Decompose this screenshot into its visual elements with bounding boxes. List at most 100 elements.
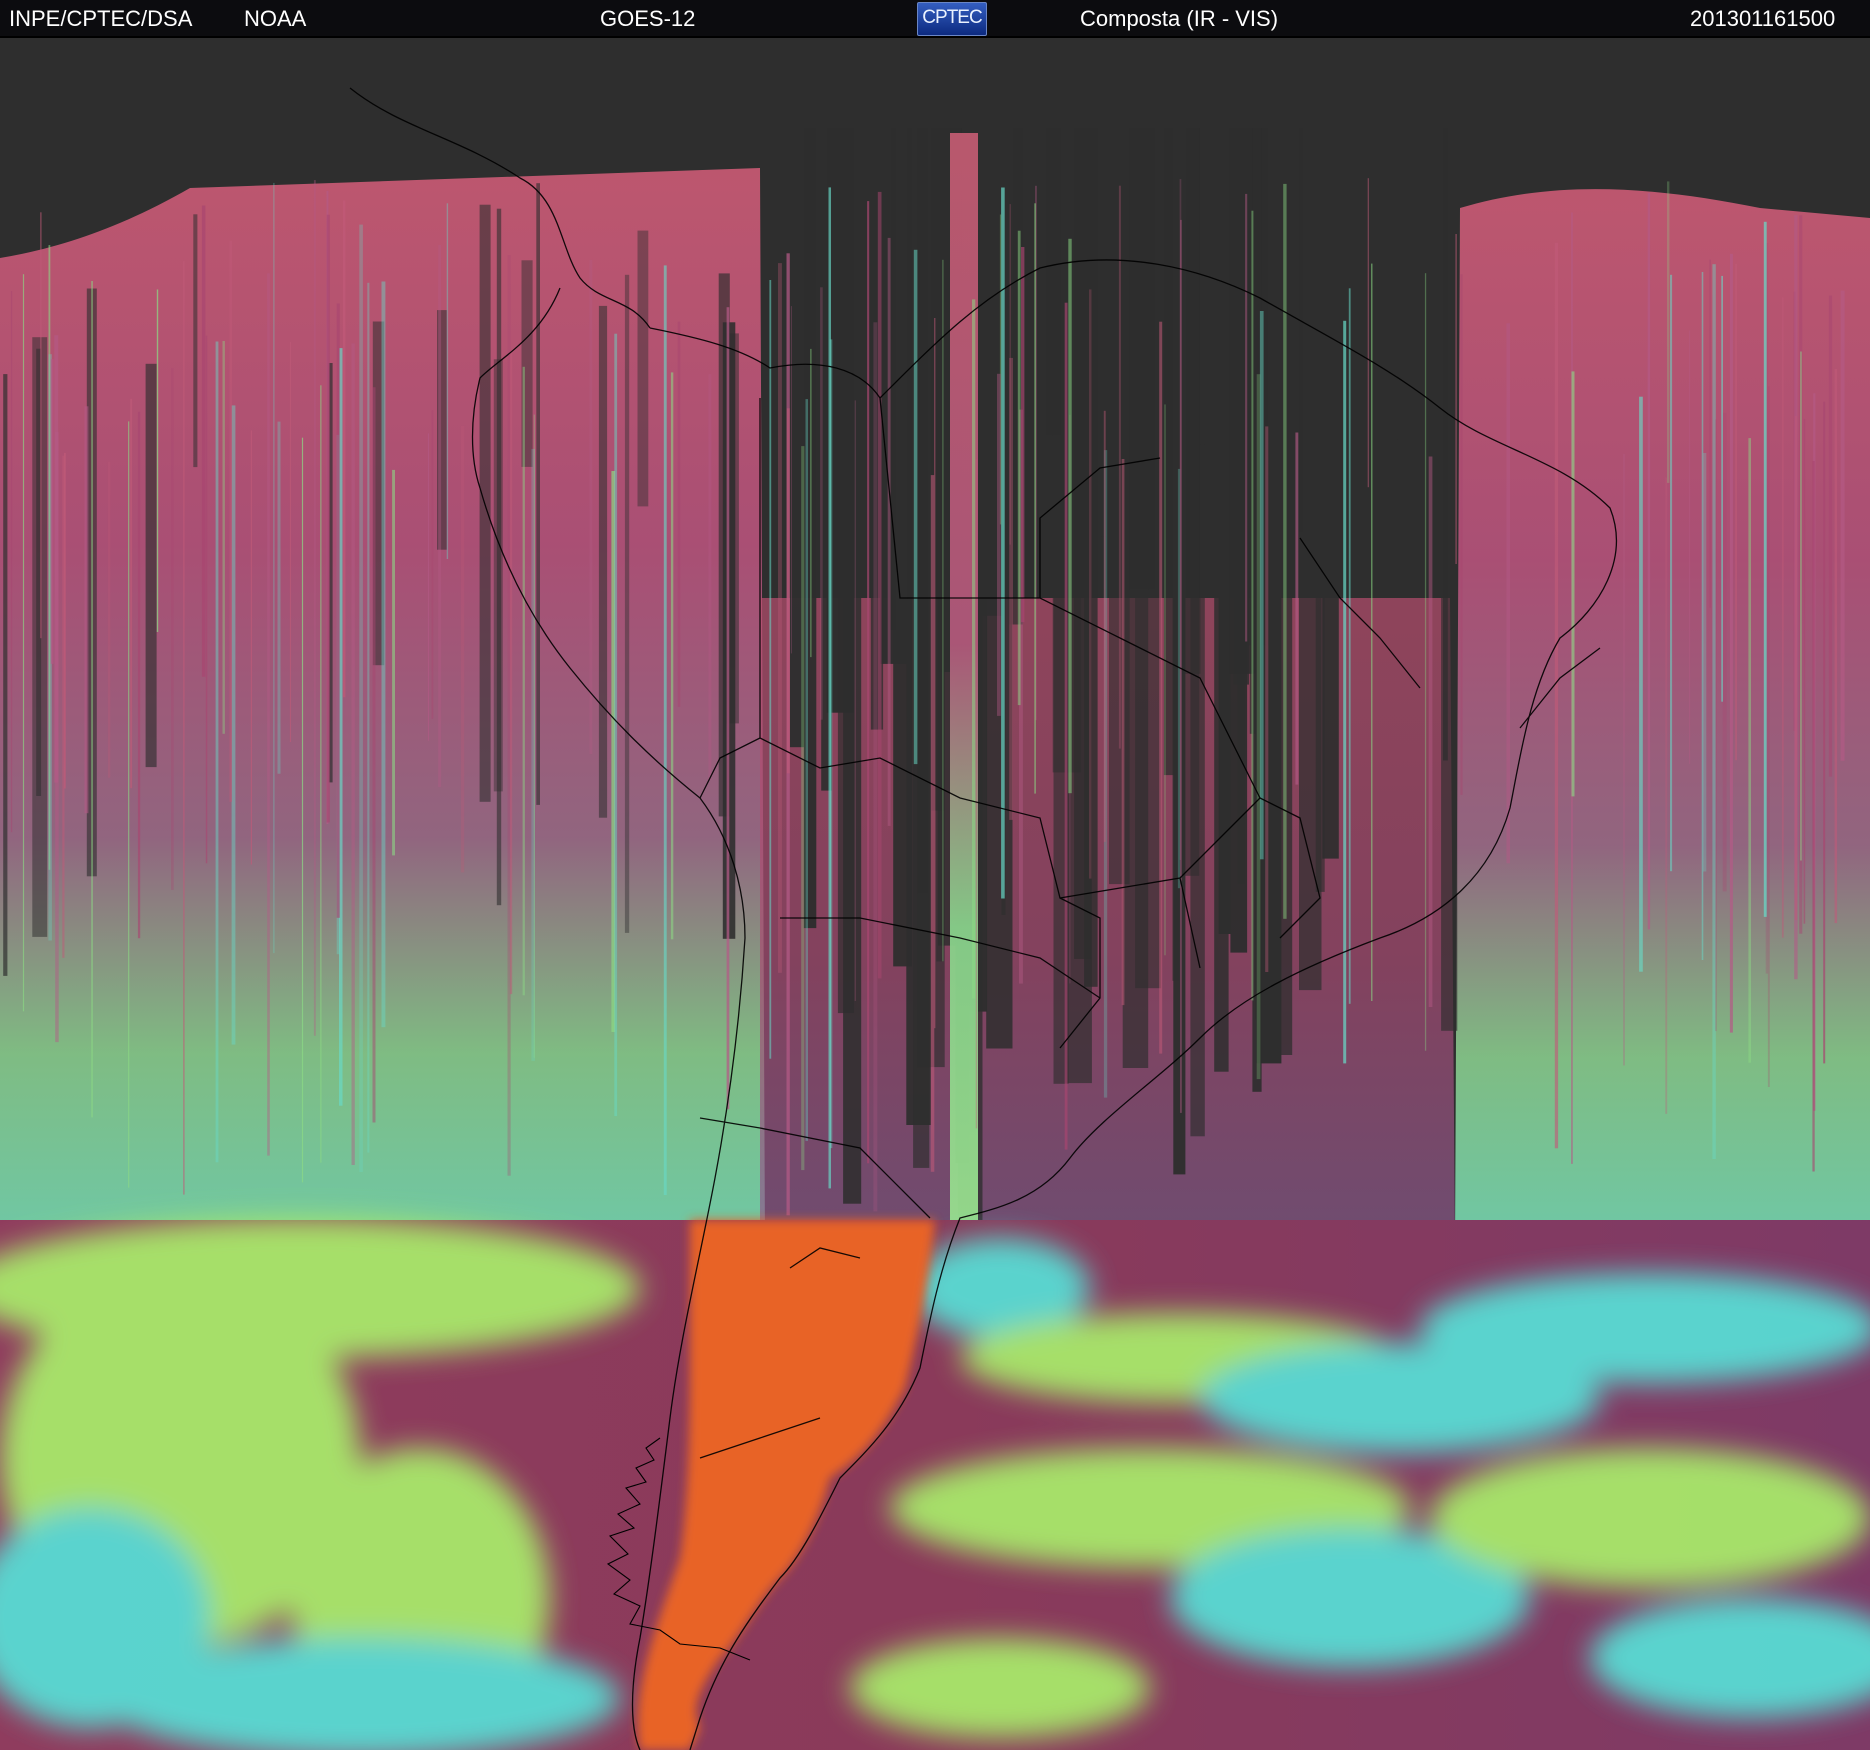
fine-streak [1800, 351, 1802, 861]
fine-streak [589, 259, 593, 755]
fine-streak [1840, 290, 1845, 761]
fine-streak [934, 318, 936, 1029]
fine-streak [1283, 183, 1287, 919]
fine-streak [1009, 357, 1013, 820]
fine-streak [215, 341, 219, 1163]
header-bar: INPE/CPTEC/DSA NOAA GOES-12 CPTEC Compos… [0, 0, 1870, 38]
fine-streak [1460, 274, 1463, 795]
fine-streak [942, 259, 944, 962]
right-streak-field [1455, 189, 1870, 1249]
fine-streak [367, 282, 370, 1153]
fine-streak [1803, 418, 1806, 924]
fine-streak [1665, 477, 1668, 1114]
streak-gap [1046, 128, 1062, 436]
fine-streak [301, 437, 304, 1183]
fine-streak [1703, 453, 1707, 872]
fine-streak [1118, 185, 1121, 749]
fine-streak [805, 399, 808, 1141]
fine-streak [1371, 263, 1373, 1002]
fine-streak [1064, 302, 1068, 1150]
agency-label: INPE/CPTEC/DSA [9, 6, 193, 31]
streak-gap [1443, 128, 1448, 761]
fine-streak [769, 280, 772, 1059]
fine-streak [778, 263, 782, 973]
fine-streak [205, 335, 208, 864]
fine-streak [1001, 187, 1005, 899]
fine-streak [663, 265, 667, 1195]
fine-streak [913, 249, 918, 765]
fine-streak [1506, 323, 1510, 864]
fine-streak [670, 372, 674, 940]
fine-streak [1121, 459, 1125, 1006]
fine-streak [231, 405, 236, 1045]
fine-streak [614, 333, 618, 1117]
streak-gap [1127, 128, 1155, 590]
fine-streak [1834, 369, 1838, 924]
streak-gap [598, 305, 608, 818]
fine-streak [873, 322, 878, 1212]
logo-text: CPTEC [922, 7, 982, 28]
streak-gap [637, 230, 649, 507]
timestamp-label: 201301161500 [1690, 6, 1836, 31]
fine-streak [1428, 456, 1433, 1007]
fine-streak [392, 469, 395, 856]
fine-streak [1667, 181, 1670, 483]
fine-streak [1159, 321, 1163, 1054]
fine-streak [171, 367, 174, 890]
fine-streak [40, 212, 42, 639]
fine-streak [438, 245, 442, 788]
fine-streak [1712, 264, 1716, 1159]
fine-streak [201, 205, 206, 677]
fine-streak [1103, 410, 1106, 842]
fine-streak [708, 374, 712, 780]
fine-streak [351, 343, 355, 1165]
fine-streak [1034, 203, 1036, 794]
fine-streak [54, 335, 59, 783]
fine-streak [786, 408, 790, 774]
fine-streak [810, 348, 812, 658]
fine-streak [1735, 263, 1737, 761]
streak-gap [1178, 128, 1200, 876]
fine-streak [1828, 295, 1833, 777]
fine-streak [267, 273, 270, 1156]
fine-streak [1748, 438, 1751, 1063]
fine-streak [128, 421, 130, 1188]
fine-streak [372, 387, 376, 1123]
fine-streak [446, 203, 449, 560]
fine-streak [1089, 289, 1092, 879]
fine-streak [522, 366, 525, 996]
fine-streak [533, 414, 535, 1058]
fine-streak [820, 287, 823, 720]
fine-streak [1722, 412, 1727, 892]
fine-streak [1823, 401, 1826, 1064]
fine-streak [1256, 374, 1261, 1080]
fine-streak [509, 352, 513, 995]
fine-streak [320, 385, 322, 1163]
cptec-logo: CPTEC [917, 2, 987, 36]
fine-streak [313, 180, 316, 1036]
fine-streak [22, 274, 25, 1012]
fine-streak [130, 398, 133, 789]
fine-streak [801, 446, 805, 1171]
satellite-label: GOES-12 [600, 6, 696, 31]
fine-streak [930, 475, 935, 1172]
fine-streak [1068, 238, 1072, 794]
streak-gap [1214, 128, 1229, 1072]
fine-streak [222, 341, 225, 734]
fine-streak [1180, 219, 1182, 1113]
fine-streak [1367, 178, 1369, 488]
fine-streak [1767, 386, 1770, 1087]
fine-streak [359, 224, 363, 1173]
satellite-composite-image [0, 38, 1870, 1750]
fine-streak [1251, 210, 1254, 1001]
product-label: Composta (IR - VIS) [1080, 6, 1279, 31]
fine-streak [84, 406, 89, 814]
fine-streak [107, 461, 111, 778]
fine-streak [1245, 193, 1248, 642]
fine-streak [975, 459, 978, 1129]
fine-streak [877, 191, 882, 979]
fine-streak [326, 214, 330, 823]
fine-streak [1177, 468, 1181, 889]
fine-streak [1164, 404, 1166, 956]
fine-streak [829, 339, 833, 1149]
